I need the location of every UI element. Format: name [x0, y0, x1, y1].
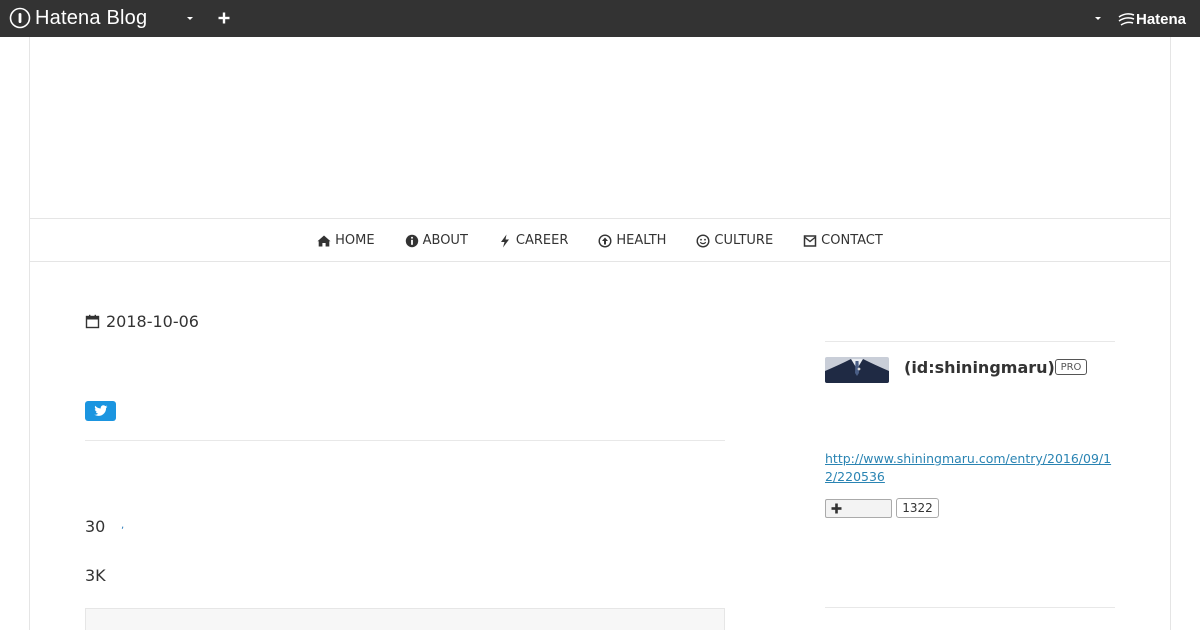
sidebar-entry-link[interactable]: http://www.shiningmaru.com/entry/2016/09… [825, 450, 1117, 486]
entry-divider [85, 440, 725, 441]
envelope-icon [803, 234, 817, 247]
account-caret-down-icon[interactable] [1092, 12, 1104, 24]
hatena-mark-icon [1118, 13, 1135, 26]
profile-avatar[interactable] [825, 357, 889, 383]
nav-item-about[interactable]: ABOUT [405, 233, 468, 248]
profile-id[interactable]: (id:shiningmaru) [904, 358, 1055, 377]
entry-text-30: 30 [85, 517, 106, 536]
caret-down-icon[interactable] [184, 12, 196, 24]
global-header: Hatena Blog Hatena [0, 0, 1200, 37]
nav-item-culture[interactable]: CULTURE [696, 233, 773, 248]
nav-label-career: CAREER [515, 233, 569, 248]
nav-label-contact: CONTACT [821, 233, 883, 248]
twitter-share-button[interactable] [85, 401, 116, 421]
hatena-blog-logo-icon [9, 7, 31, 29]
smile-icon [696, 233, 710, 248]
hatena-logo[interactable]: Hatena [1118, 10, 1186, 28]
bookmark-plus-icon [831, 503, 842, 514]
hatena-bookmark-button[interactable] [825, 499, 892, 518]
nav-label-health: HEALTH [616, 233, 667, 248]
nav-label-culture: CULTURE [714, 233, 774, 248]
profile-photo-icon [825, 357, 889, 383]
sidebar-divider-bottom [825, 607, 1115, 608]
bolt-icon [500, 234, 509, 247]
hatena-label: Hatena [1136, 10, 1187, 28]
nav-item-career[interactable]: CAREER [498, 233, 568, 248]
brand-name: Hatena Blog [35, 6, 148, 29]
entry-text-3k: 3K [85, 566, 106, 585]
add-post-plus-icon[interactable] [216, 10, 232, 26]
info-icon [405, 234, 418, 247]
arrow-up-circle-icon [598, 233, 612, 248]
entry-date-text: 2018-10-06 [106, 312, 199, 331]
nav-label-about: ABOUT [422, 233, 468, 248]
calendar-icon [85, 314, 100, 329]
nav-item-contact[interactable]: CONTACT [803, 233, 883, 248]
pro-badge: PRO [1055, 359, 1087, 375]
blog-header-area [30, 37, 1170, 219]
entry-code-block [85, 608, 725, 630]
nav-label-home: HOME [335, 233, 375, 248]
hatena-blog-brand[interactable]: Hatena Blog [9, 6, 147, 30]
sidebar-divider-top [825, 341, 1115, 342]
entry-date[interactable]: 2018-10-06 [85, 312, 199, 331]
bookmark-count[interactable]: 1322 [896, 498, 939, 518]
global-nav: HOME ABOUT CAREER HEALTH CULTURE CONTACT [30, 220, 1170, 262]
entry-text-mark: , [121, 520, 125, 531]
twitter-bird-icon [93, 405, 107, 416]
nav-item-health[interactable]: HEALTH [598, 233, 666, 248]
home-icon [317, 235, 331, 246]
nav-item-home[interactable]: HOME [317, 233, 375, 248]
